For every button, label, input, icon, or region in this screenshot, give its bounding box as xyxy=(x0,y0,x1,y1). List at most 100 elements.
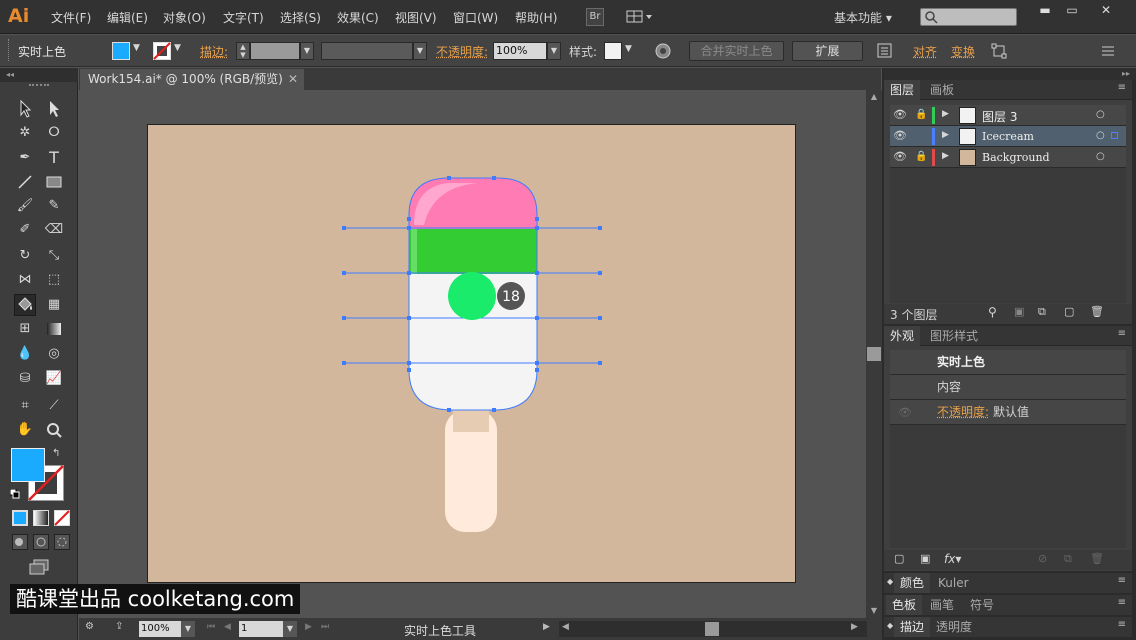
menu-file[interactable]: 文件(F) xyxy=(51,9,91,26)
lock-icon[interactable]: 🔒 xyxy=(915,109,927,120)
layer-name[interactable]: 图层 3 xyxy=(982,108,1017,125)
layer-row[interactable]: 👁 ▶ Icecream ○ xyxy=(890,126,1126,147)
scrollbar-thumb[interactable] xyxy=(705,622,719,636)
eye-icon[interactable]: 👁 xyxy=(898,400,912,425)
new-sublayer-icon[interactable]: ⧉ xyxy=(1038,305,1046,319)
menu-select[interactable]: 选择(S) xyxy=(280,9,321,26)
opacity-field[interactable]: 100% ▼ xyxy=(493,42,561,60)
zoom-tool[interactable] xyxy=(43,419,65,441)
chevron-down-icon[interactable]: ▼ xyxy=(300,42,314,60)
add-fill-icon[interactable]: ▣ xyxy=(920,552,930,565)
scroll-left-icon[interactable]: ◀ xyxy=(562,622,569,632)
menu-object[interactable]: 对象(O) xyxy=(163,9,206,26)
tab-artboards[interactable]: 画板 xyxy=(924,80,960,100)
screen-mode-button[interactable] xyxy=(26,558,52,578)
new-layer-icon[interactable]: ▢ xyxy=(1064,305,1074,318)
zoom-field[interactable]: 100% ▼ xyxy=(139,621,195,637)
help-search-input[interactable] xyxy=(920,8,1017,26)
tab-graphic-styles[interactable]: 图形样式 xyxy=(924,326,984,346)
gradient-tool[interactable] xyxy=(43,318,65,340)
eraser-tool[interactable]: ⌫ xyxy=(43,219,65,241)
target-circle-icon[interactable]: ○ xyxy=(1096,151,1105,162)
close-button[interactable]: ✕ xyxy=(1088,1,1124,19)
status-menu-icon[interactable]: ▶ xyxy=(543,622,550,632)
target-circle-icon[interactable]: ○ xyxy=(1096,109,1105,120)
horizontal-scrollbar[interactable]: ◀ ▶ xyxy=(559,621,867,637)
share-icon[interactable]: ⇪ xyxy=(115,621,129,635)
appearance-opacity-row[interactable]: 👁 不透明度: 默认值 xyxy=(890,400,1126,425)
clipping-mask-icon[interactable]: ▣ xyxy=(1014,305,1024,318)
menu-window[interactable]: 窗口(W) xyxy=(453,9,498,26)
status-tools-icon[interactable]: ⚙ xyxy=(85,621,107,637)
draw-behind-button[interactable] xyxy=(33,534,49,550)
menu-help[interactable]: 帮助(H) xyxy=(515,9,557,26)
selection-tool[interactable] xyxy=(14,98,36,120)
maximize-button[interactable]: ▭ xyxy=(1054,1,1090,19)
merge-live-paint-button[interactable]: 合并实时上色 xyxy=(689,41,784,61)
stroke-weight-field[interactable]: ▲ ▼ ▼ xyxy=(236,42,314,60)
swap-colors-icon[interactable]: ↰ xyxy=(52,448,60,459)
grip-handle[interactable] xyxy=(8,39,10,61)
layer-name[interactable]: Icecream xyxy=(982,130,1034,143)
scrollbar-thumb[interactable] xyxy=(867,347,881,361)
recolor-artwork-button[interactable] xyxy=(654,42,672,60)
arrange-documents-button[interactable] xyxy=(626,9,654,25)
slice-tool[interactable]: ⟋ xyxy=(43,395,65,417)
document-tab[interactable]: Work154.ai* @ 100% (RGB/预览) ✕ xyxy=(80,69,304,90)
fill-swatch[interactable]: ▼ xyxy=(112,41,146,61)
blob-brush-tool[interactable]: ✐ xyxy=(14,219,36,241)
expand-icon[interactable]: ◆ xyxy=(887,577,893,586)
tab-layers[interactable]: 图层 xyxy=(884,80,921,100)
appearance-contents[interactable]: 内容 xyxy=(890,375,1126,400)
tab-swatches[interactable]: 色板 xyxy=(886,595,923,615)
document-setup-button[interactable] xyxy=(876,43,894,59)
paintbrush-tool[interactable]: 🖌 xyxy=(14,195,36,217)
duplicate-item-icon[interactable]: ⧉ xyxy=(1064,552,1072,566)
menu-view[interactable]: 视图(V) xyxy=(395,9,437,26)
tab-kuler[interactable]: Kuler xyxy=(932,573,975,593)
close-tab-icon[interactable]: ✕ xyxy=(288,69,298,90)
draw-normal-button[interactable] xyxy=(12,534,28,550)
trash-icon[interactable]: 🗑 xyxy=(1090,305,1104,318)
add-stroke-icon[interactable]: ▢ xyxy=(894,552,904,565)
scale-tool[interactable]: ⤡ xyxy=(43,245,65,267)
draw-inside-button[interactable] xyxy=(54,534,70,550)
variable-width-profile[interactable]: ▼ xyxy=(321,42,427,60)
clear-appearance-icon[interactable]: ⊘ xyxy=(1038,552,1047,565)
last-page-icon[interactable]: ⏭ xyxy=(321,622,329,632)
menu-type[interactable]: 文字(T) xyxy=(223,9,264,26)
pen-tool[interactable]: ✒ xyxy=(14,147,36,169)
panel-menu-icon[interactable]: ≡ xyxy=(1118,82,1126,93)
panel-menu-icon[interactable]: ≡ xyxy=(1118,328,1126,339)
tab-stroke[interactable]: 描边 xyxy=(894,617,931,637)
prev-page-icon[interactable]: ◀ xyxy=(224,622,231,632)
eyedropper-tool[interactable]: 💧 xyxy=(14,343,36,365)
artboard-tool[interactable]: ⌗ xyxy=(14,395,36,417)
target-circle-icon[interactable]: ○ xyxy=(1096,130,1105,141)
scroll-right-icon[interactable]: ▶ xyxy=(851,622,858,632)
locate-object-icon[interactable]: ⚲ xyxy=(988,305,997,319)
layer-row[interactable]: 👁 🔒 ▶ 图层 3 ○ xyxy=(890,105,1126,126)
page-field[interactable]: 1 ▼ xyxy=(239,621,297,637)
stroke-label[interactable]: 描边: xyxy=(200,43,228,60)
fill-color-box[interactable] xyxy=(11,448,45,482)
pencil-tool[interactable]: ✎ xyxy=(43,195,65,217)
free-transform-tool[interactable]: ⬚ xyxy=(43,269,65,291)
rectangle-tool[interactable] xyxy=(43,171,65,193)
panel-menu-icon[interactable]: ≡ xyxy=(1118,619,1126,630)
rotate-tool[interactable]: ↻ xyxy=(14,245,36,267)
blend-tool[interactable]: ◎ xyxy=(43,343,65,365)
eye-icon[interactable]: 👁 xyxy=(893,108,907,121)
eye-icon[interactable]: 👁 xyxy=(893,150,907,163)
symbol-sprayer-tool[interactable]: ⛁ xyxy=(14,368,36,390)
tab-symbols[interactable]: 符号 xyxy=(964,595,1000,615)
align-link[interactable]: 对齐 xyxy=(913,43,937,60)
vertical-scrollbar[interactable]: ▲ ▼ xyxy=(866,90,882,618)
none-mode-button[interactable] xyxy=(54,510,70,526)
layer-name[interactable]: Background xyxy=(982,151,1050,164)
live-paint-bucket-tool[interactable] xyxy=(14,294,36,316)
mesh-tool[interactable]: ⊞ xyxy=(14,318,36,340)
line-segment-tool[interactable] xyxy=(14,171,36,193)
menu-effect[interactable]: 效果(C) xyxy=(337,9,379,26)
selection-indicator[interactable] xyxy=(1111,132,1118,139)
